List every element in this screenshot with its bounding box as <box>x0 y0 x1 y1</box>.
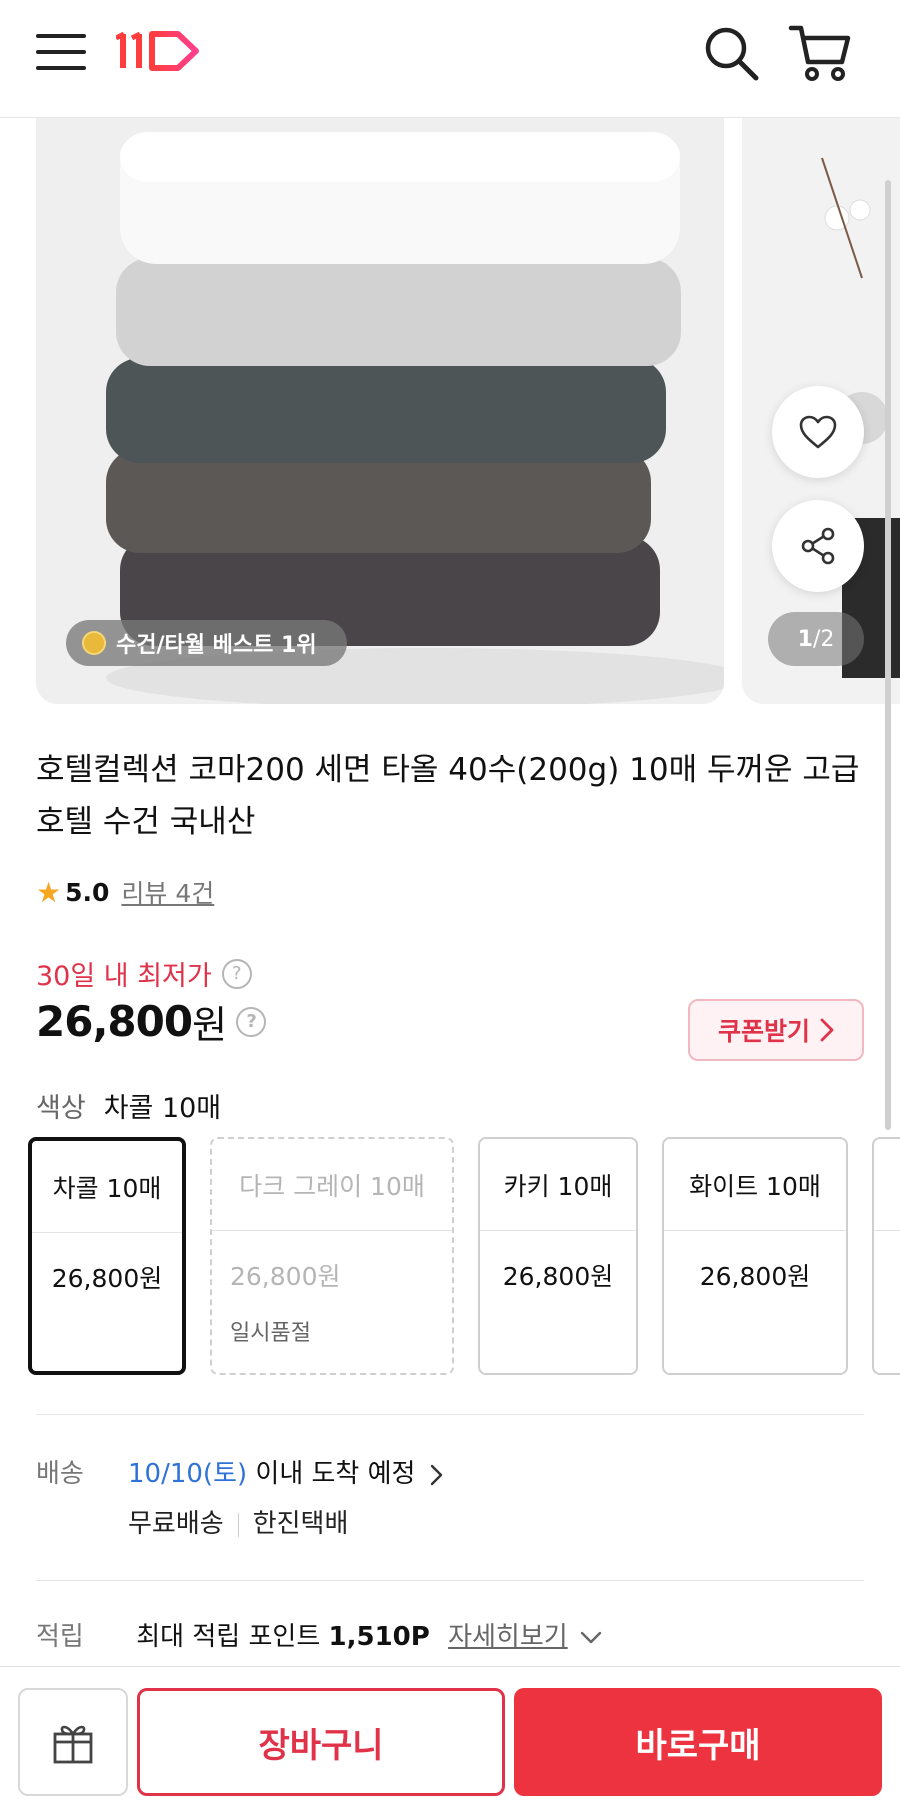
option-card-next[interactable] <box>872 1137 900 1375</box>
points-info: 적립 최대 적립 포인트 1,510P 자세히보기 <box>36 1612 602 1662</box>
selected-color-row: 색상 차콜 10매 <box>36 1086 221 1125</box>
points-label: 적립 <box>36 1622 84 1652</box>
image-counter: 1/2 <box>768 612 864 666</box>
delivery-date: 10/10(토) <box>128 1459 248 1489</box>
separator <box>237 1512 239 1537</box>
badge-label: 수건/타월 베스트 1위 <box>116 633 317 658</box>
option-card-charcoal[interactable]: 차콜 10매 26,800원 <box>28 1137 186 1375</box>
option-card-khaki[interactable]: 카키 10매 26,800원 <box>478 1137 638 1375</box>
lowest-price-label: 30일 내 최저가 ? <box>36 954 252 993</box>
lowest-price-text: 30일 내 최저가 <box>36 961 212 992</box>
option-name: 다크 그레이 10매 <box>212 1139 452 1231</box>
counter-current: 1 <box>797 626 813 652</box>
option-name <box>874 1139 900 1231</box>
shipping-method: 무료배송 한진택배 <box>128 1499 348 1549</box>
medal-icon <box>82 631 106 655</box>
star-icon: ★ <box>36 875 62 909</box>
heart-icon <box>799 415 837 449</box>
points-amount: 1,510P <box>328 1622 430 1652</box>
wishlist-button[interactable] <box>772 386 864 478</box>
product-price: 26,800 원 ? <box>36 994 267 1049</box>
price-unit: 원 <box>192 1003 227 1047</box>
option-name: 화이트 10매 <box>664 1139 846 1231</box>
option-name: 차콜 10매 <box>32 1141 182 1233</box>
option-price: 26,800원 <box>230 1262 341 1291</box>
page-scrollbar[interactable] <box>885 180 891 1130</box>
product-image-towels[interactable]: 수건/타월 베스트 1위 <box>36 118 724 704</box>
coupon-button[interactable]: 쿠폰받기 <box>688 999 864 1061</box>
hamburger-menu-icon[interactable] <box>36 30 86 74</box>
option-price: 26,800원 <box>502 1262 614 1291</box>
section-divider <box>36 1580 864 1581</box>
counter-total: 2 <box>820 626 835 652</box>
chevron-right-icon <box>430 1464 442 1485</box>
share-icon <box>801 527 835 565</box>
chevron-down-icon[interactable] <box>580 1631 602 1645</box>
option-price: 26,800원 <box>699 1262 811 1291</box>
chevron-right-icon <box>820 1018 834 1042</box>
option-card-dark-gray[interactable]: 다크 그레이 10매 26,800원 일시품절 <box>210 1137 454 1375</box>
top-header: 11 <box>0 0 900 118</box>
shipping-label: 배송 <box>36 1459 84 1489</box>
color-value: 차콜 10매 <box>103 1093 222 1124</box>
color-label: 색상 <box>36 1093 86 1124</box>
option-name: 카키 10매 <box>480 1139 636 1231</box>
add-to-cart-button[interactable]: 장바구니 <box>137 1688 505 1796</box>
brand-logo[interactable]: 11 <box>114 26 206 76</box>
option-card-white[interactable]: 화이트 10매 26,800원 <box>662 1137 848 1375</box>
gift-icon <box>53 1725 93 1764</box>
points-text: 최대 적립 포인트 <box>136 1622 321 1652</box>
help-icon[interactable]: ? <box>221 958 252 989</box>
search-icon[interactable] <box>702 24 760 82</box>
counter-separator: / <box>812 626 821 652</box>
coupon-label: 쿠폰받기 <box>717 1017 810 1046</box>
carrier-name: 한진택배 <box>252 1509 349 1539</box>
sold-out-label: 일시품절 <box>230 1321 311 1346</box>
svg-text:11: 11 <box>116 26 118 27</box>
gift-button[interactable] <box>18 1688 128 1796</box>
points-more-link[interactable]: 자세히보기 <box>448 1622 568 1652</box>
best-seller-badge: 수건/타월 베스트 1위 <box>66 620 347 666</box>
product-image-gallery[interactable]: 수건/타월 베스트 1위 1/2 <box>0 118 900 710</box>
review-link[interactable]: 리뷰 4건 <box>121 874 214 910</box>
delivery-date-link[interactable]: 10/10(토) 이내 도착 예정 <box>128 1449 444 1499</box>
option-price: 26,800원 <box>51 1264 163 1293</box>
cart-icon[interactable] <box>788 22 852 84</box>
rating-score: 5.0 <box>65 877 110 907</box>
bottom-action-bar: 장바구니 바로구매 <box>0 1666 900 1816</box>
price-amount: 26,800 <box>36 997 193 1046</box>
share-button[interactable] <box>772 500 864 592</box>
buy-now-button[interactable]: 바로구매 <box>514 1688 882 1796</box>
section-divider <box>36 1414 864 1415</box>
rating-row: ★ 5.0 리뷰 4건 <box>36 874 214 910</box>
price-help-icon[interactable]: ? <box>236 1006 267 1037</box>
free-shipping-text: 무료배송 <box>128 1509 224 1539</box>
product-title: 호텔컬렉션 코마200 세면 타올 40수(200g) 10매 두꺼운 고급 호… <box>36 752 860 840</box>
option-selector: 차콜 10매 26,800원 다크 그레이 10매 26,800원 일시품절 카… <box>28 1137 900 1377</box>
delivery-arrival-text: 이내 도착 예정 <box>255 1459 416 1489</box>
